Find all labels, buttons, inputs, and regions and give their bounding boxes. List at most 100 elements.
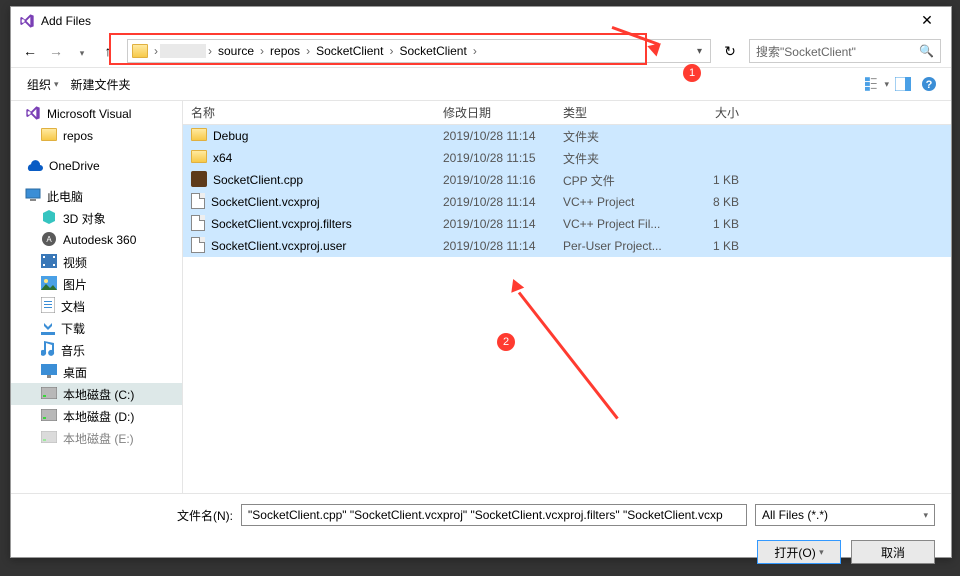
file-type: 文件夹 <box>563 150 683 167</box>
folder-icon <box>41 128 57 144</box>
file-name: SocketClient.vcxproj.user <box>211 239 346 253</box>
music-icon <box>41 341 55 360</box>
tree-item[interactable]: 3D 对象 <box>11 207 182 229</box>
onedrive-icon <box>25 159 43 174</box>
tree-item[interactable]: 桌面 <box>11 361 182 383</box>
cancel-button[interactable]: 取消 <box>851 540 935 564</box>
video-icon <box>41 254 57 271</box>
tree-item-label: OneDrive <box>49 159 100 173</box>
column-type[interactable]: 类型 <box>563 104 683 121</box>
breadcrumb-dropdown[interactable]: ▾ <box>693 46 706 57</box>
a360-icon: A <box>41 231 57 250</box>
preview-pane-button[interactable] <box>891 73 915 95</box>
file-type: VC++ Project Fil... <box>563 217 683 231</box>
folder-icon <box>132 44 148 58</box>
file-row[interactable]: SocketClient.cpp2019/10/28 11:16CPP 文件1 … <box>183 169 951 191</box>
toolbar: 组织▾ 新建文件夹 ▾ ? <box>11 67 951 101</box>
pc-icon <box>25 188 41 205</box>
add-files-dialog: Add Files ✕ ← → ▾ ↑ › xxx › source › rep… <box>10 6 952 558</box>
tree-item[interactable]: 音乐 <box>11 339 182 361</box>
window-title: Add Files <box>41 14 907 28</box>
tree-item-label: Microsoft Visual <box>47 107 131 121</box>
tree-item[interactable]: 图片 <box>11 273 182 295</box>
svg-text:A: A <box>46 235 52 244</box>
filename-label: 文件名(N): <box>27 507 233 524</box>
folder-tree[interactable]: Microsoft Visual repos OneDrive 此电脑3D 对象 A Au… <box>11 101 183 493</box>
file-list-header[interactable]: 名称 修改日期 类型 大小 <box>183 101 951 125</box>
filename-input[interactable] <box>241 504 747 526</box>
file-row[interactable]: SocketClient.vcxproj.user2019/10/28 11:1… <box>183 235 951 257</box>
up-button[interactable]: ↑ <box>99 43 117 59</box>
tree-item[interactable]: 文档 <box>11 295 182 317</box>
view-options-button[interactable]: ▾ <box>865 73 889 95</box>
tree-item[interactable]: repos <box>11 125 182 147</box>
forward-button[interactable]: → <box>47 43 65 59</box>
breadcrumb-item[interactable]: SocketClient <box>312 44 387 58</box>
file-name: SocketClient.vcxproj.filters <box>211 217 352 231</box>
folder-icon <box>191 128 207 144</box>
file-name: SocketClient.vcxproj <box>211 195 320 209</box>
breadcrumb-item[interactable]: source <box>214 44 258 58</box>
vs-icon <box>25 105 41 124</box>
dialog-buttons: 打开(O) ▾ 取消 <box>11 536 951 576</box>
cpp-icon <box>191 171 207 190</box>
disk-icon <box>41 409 57 424</box>
file-row[interactable]: x642019/10/28 11:15文件夹 <box>183 147 951 169</box>
tree-item-label: 文档 <box>61 298 85 315</box>
search-icon: 🔍 <box>919 44 934 58</box>
file-type: Per-User Project... <box>563 239 683 253</box>
back-button[interactable]: ← <box>21 43 39 59</box>
breadcrumb-item[interactable]: repos <box>266 44 304 58</box>
organize-menu[interactable]: 组织▾ <box>21 72 65 97</box>
tree-item-label: repos <box>63 129 93 143</box>
refresh-button[interactable]: ↻ <box>717 43 743 60</box>
file-row[interactable]: SocketClient.vcxproj2019/10/28 11:14VC++… <box>183 191 951 213</box>
file-type-select[interactable]: All Files (*.*)▾ <box>755 504 935 526</box>
folder-icon <box>191 150 207 166</box>
file-size: 1 KB <box>683 173 753 187</box>
tree-item-label: 本地磁盘 (E:) <box>63 430 134 447</box>
file-name: x64 <box>213 151 232 165</box>
proj-icon <box>191 237 205 256</box>
column-size[interactable]: 大小 <box>683 104 753 121</box>
file-row[interactable]: SocketClient.vcxproj.filters2019/10/28 1… <box>183 213 951 235</box>
tree-item[interactable]: 此电脑 <box>11 185 182 207</box>
disk-icon <box>41 431 57 446</box>
file-row[interactable]: Debug2019/10/28 11:14文件夹 <box>183 125 951 147</box>
breadcrumb-item[interactable]: SocketClient <box>395 44 470 58</box>
file-type: 文件夹 <box>563 128 683 145</box>
file-name: Debug <box>213 129 248 143</box>
tree-item[interactable]: 本地磁盘 (D:) <box>11 405 182 427</box>
tree-item-label: Autodesk 360 <box>63 233 136 247</box>
tree-item[interactable]: 本地磁盘 (C:) <box>11 383 182 405</box>
close-button[interactable]: ✕ <box>907 9 947 33</box>
search-input[interactable]: 搜索"SocketClient" 🔍 <box>749 39 941 63</box>
tree-item[interactable]: Microsoft Visual <box>11 103 182 125</box>
file-date: 2019/10/28 11:14 <box>443 195 563 209</box>
tree-item[interactable]: 本地磁盘 (E:) <box>11 427 182 449</box>
column-date[interactable]: 修改日期 <box>443 104 563 121</box>
desktop-icon <box>41 364 57 381</box>
breadcrumb[interactable]: › xxx › source › repos › SocketClient › … <box>127 39 711 63</box>
help-button[interactable]: ? <box>917 73 941 95</box>
tree-item-label: 桌面 <box>63 364 87 381</box>
tree-item-label: 本地磁盘 (D:) <box>63 408 134 425</box>
column-name[interactable]: 名称 <box>183 104 443 121</box>
tree-item[interactable]: OneDrive <box>11 155 182 177</box>
filename-bar: 文件名(N): All Files (*.*)▾ <box>11 493 951 536</box>
3d-icon <box>41 209 57 228</box>
recent-menu[interactable]: ▾ <box>73 43 91 59</box>
tree-item-label: 图片 <box>63 276 87 293</box>
search-placeholder: 搜索"SocketClient" <box>756 43 856 60</box>
tree-item[interactable]: 下载 <box>11 317 182 339</box>
tree-item-label: 下载 <box>61 320 85 337</box>
tree-item[interactable]: 视频 <box>11 251 182 273</box>
proj-icon <box>191 193 205 212</box>
tree-item-label: 本地磁盘 (C:) <box>63 386 134 403</box>
tree-item[interactable]: A Autodesk 360 <box>11 229 182 251</box>
docs-icon <box>41 297 55 316</box>
open-button[interactable]: 打开(O) ▾ <box>757 540 841 564</box>
file-size: 1 KB <box>683 217 753 231</box>
new-folder-button[interactable]: 新建文件夹 <box>65 72 137 97</box>
breadcrumb-hidden[interactable]: xxx <box>160 44 206 58</box>
